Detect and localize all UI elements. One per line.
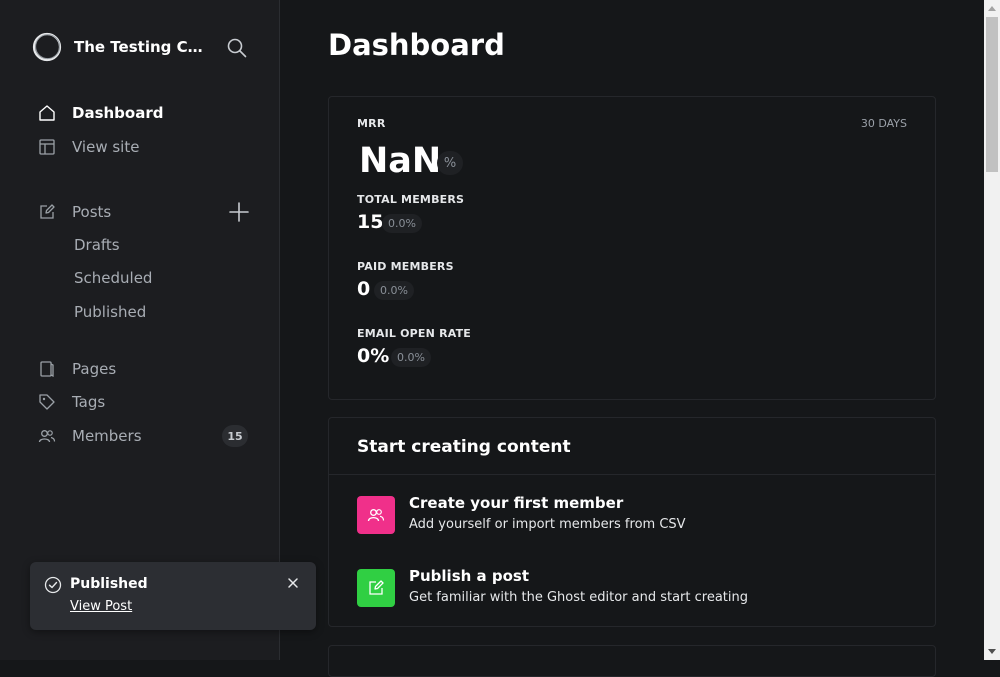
nav-view-site[interactable]: View site	[38, 135, 139, 159]
site-title: The Testing Company	[74, 38, 211, 56]
nav-tags[interactable]: Tags	[38, 390, 105, 414]
paid-members-value: 0	[357, 278, 371, 300]
card-divider	[329, 474, 935, 475]
sidebar: The Testing Company Dashboard View site …	[0, 0, 280, 660]
start-creating-heading: Start creating content	[357, 437, 571, 457]
mrr-unit: %	[437, 151, 463, 175]
layout-icon	[38, 138, 56, 156]
create-member-subtitle: Add yourself or import members from CSV	[409, 517, 686, 532]
stats-card: MRR 30 DAYS NaN % TOTAL MEMBERS 15 0.0% …	[328, 96, 936, 400]
next-card	[328, 645, 936, 677]
nav-scheduled[interactable]: Scheduled	[74, 269, 152, 287]
users-icon	[357, 496, 395, 534]
email-open-rate-change: 0.0%	[391, 348, 431, 367]
nav-view-site-label: View site	[72, 138, 140, 156]
members-count-badge: 15	[222, 425, 248, 447]
nav-dashboard[interactable]: Dashboard	[38, 101, 163, 125]
nav-posts[interactable]: Posts	[38, 200, 111, 224]
nav-published[interactable]: Published	[74, 303, 146, 321]
nav-dashboard-label: Dashboard	[72, 104, 164, 122]
check-circle-icon	[44, 576, 62, 594]
total-members-label: TOTAL MEMBERS	[357, 193, 465, 206]
create-member-title: Create your first member	[409, 494, 624, 512]
start-creating-card: Start creating content Create your first…	[328, 417, 936, 627]
page-icon	[38, 360, 56, 378]
brand[interactable]: The Testing Company	[32, 32, 211, 62]
close-icon[interactable]	[286, 576, 300, 590]
members-icon	[38, 427, 56, 445]
create-member-item[interactable]: Create your first member Add yourself or…	[357, 494, 917, 536]
scroll-down-arrow-icon[interactable]	[984, 644, 1000, 660]
publish-post-item[interactable]: Publish a post Get familiar with the Gho…	[357, 567, 917, 609]
scroll-up-arrow-icon[interactable]	[984, 0, 1000, 16]
total-members-change: 0.0%	[382, 214, 422, 233]
tag-icon	[38, 393, 56, 411]
view-post-link[interactable]: View Post	[70, 599, 132, 614]
scroll-thumb[interactable]	[986, 17, 998, 172]
email-open-rate-label: EMAIL OPEN RATE	[357, 327, 472, 340]
search-icon[interactable]	[226, 37, 248, 59]
nav-tags-label: Tags	[72, 393, 106, 411]
nav-pages-label: Pages	[72, 360, 117, 378]
total-members-value: 15	[357, 211, 384, 233]
email-open-rate-value: 0%	[357, 345, 390, 367]
logo-icon	[32, 32, 62, 62]
pencil-square-icon	[357, 569, 395, 607]
publish-post-subtitle: Get familiar with the Ghost editor and s…	[409, 590, 748, 605]
range-selector[interactable]: 30 DAYS	[861, 117, 907, 130]
plus-icon[interactable]	[228, 201, 250, 223]
page-title: Dashboard	[328, 28, 505, 62]
scrollbar[interactable]	[984, 0, 1000, 660]
paid-members-change: 0.0%	[374, 281, 414, 300]
nav-posts-label: Posts	[72, 203, 112, 221]
home-icon	[38, 104, 56, 122]
nav-members-label: Members	[72, 427, 142, 445]
published-toast: Published View Post	[30, 562, 316, 630]
nav-drafts[interactable]: Drafts	[74, 236, 120, 254]
nav-pages[interactable]: Pages	[38, 357, 116, 381]
mrr-label: MRR	[357, 117, 386, 130]
paid-members-label: PAID MEMBERS	[357, 260, 454, 273]
nav-members[interactable]: Members	[38, 424, 142, 448]
publish-post-title: Publish a post	[409, 567, 530, 585]
toast-title: Published	[70, 576, 148, 592]
mrr-value: NaN	[359, 141, 442, 181]
edit-icon	[38, 203, 56, 221]
